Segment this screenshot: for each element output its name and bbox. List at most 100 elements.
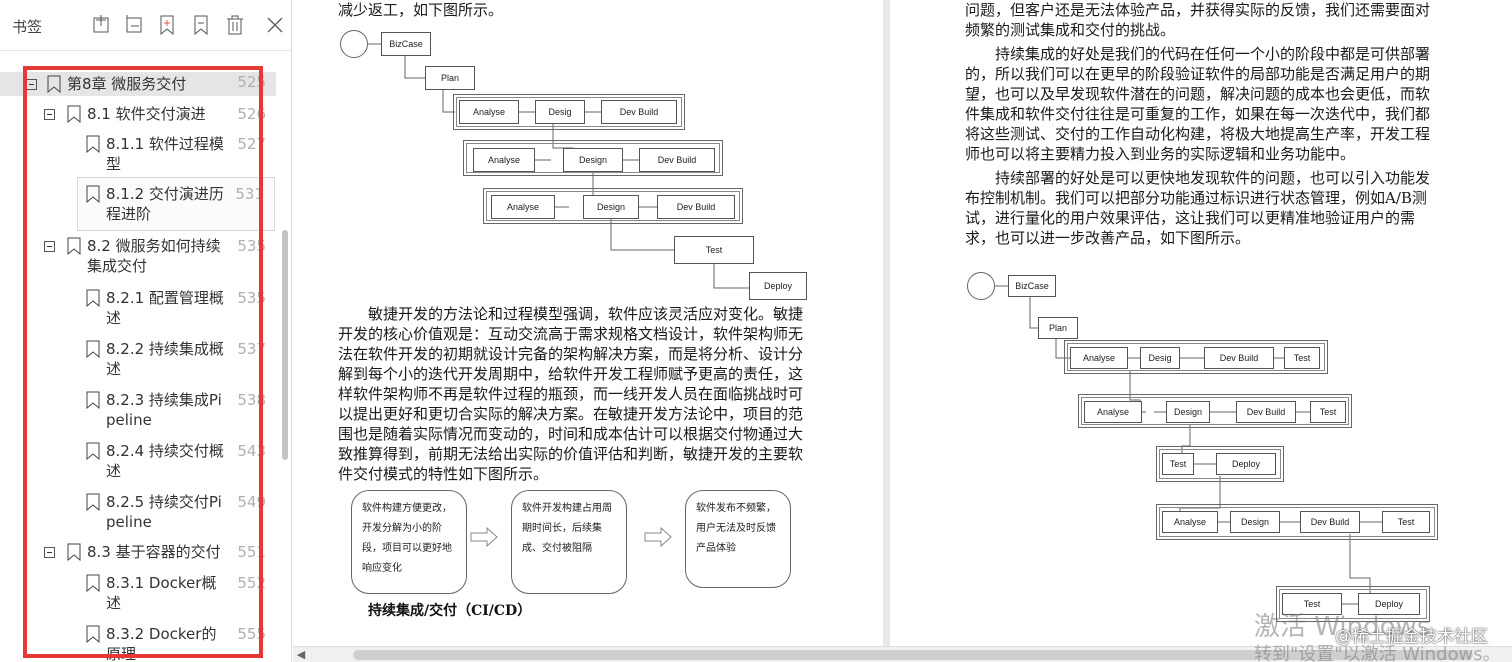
bookmark-item[interactable]: 8.3.2 Docker的 原理 555 [0, 624, 276, 662]
cicd-card: 软件发布不频繁，用户无法及时反馈产品体验 [685, 490, 791, 588]
bookmark-icon [47, 75, 61, 93]
bookmark-page-number: 527 [237, 135, 266, 153]
start-node [340, 30, 368, 58]
bookmark-page-number: 525 [237, 73, 266, 91]
scroll-left-icon[interactable]: ◀ [295, 649, 307, 661]
bookmark-icon [86, 391, 100, 409]
bookmark-page-number: 543 [237, 442, 266, 460]
add-bookmark-icon[interactable] [90, 14, 112, 36]
bookmark-label: 8.3 基于容器的交付 [87, 543, 221, 561]
pdf-page-left: 减少返工，如下图所示。 BizCase Plan Analyse Desig D… [293, 0, 883, 646]
bookmark-page-number: 551 [237, 543, 266, 561]
flow-node: Dev Build [1204, 347, 1274, 369]
bookmark-label: 8.2.2 持续集成概述 [106, 340, 224, 378]
bookmark-scrollbar[interactable] [282, 230, 288, 460]
panel-title: 书签 [12, 18, 43, 36]
bookmark-tree: 第8章 微服务交付 525 8.1 软件交付演进 526 8.1.1 软件过程模… [0, 68, 280, 662]
collapse-toggle-icon[interactable] [44, 241, 55, 252]
bookmark-item[interactable]: 8.1.1 软件过程模型 527 [0, 134, 276, 174]
bookmark-icon [86, 340, 100, 358]
flow-node: Analyse [1070, 347, 1128, 369]
arrow-right-icon [644, 526, 672, 548]
flow-node: Analyse [1162, 511, 1218, 533]
bookmark-page-number: 531 [235, 185, 264, 203]
bookmark-item[interactable]: 8.2.2 持续集成概述 537 [0, 339, 276, 379]
flow-node: Desig [1140, 347, 1180, 369]
flow-node: Design [1230, 511, 1280, 533]
collapse-toggle-icon[interactable] [44, 547, 55, 558]
bookmark-icon [86, 625, 100, 643]
bookmark-label: 8.2.1 配置管理概述 [106, 289, 224, 327]
bookmark-label: 8.3.1 Docker概述 [106, 574, 217, 612]
bookmark-item[interactable]: 8.2.5 持续交付Pi peline 549 [0, 492, 276, 532]
bookmark-item[interactable]: 第8章 微服务交付 525 [0, 72, 276, 96]
flow-node: Plan [1038, 317, 1078, 339]
remove-bookmark-icon[interactable] [190, 14, 212, 36]
bookmark-item[interactable]: 8.2 微服务如何持续 集成交付 535 [0, 236, 276, 276]
bookmark-page-number: 552 [237, 574, 266, 592]
bookmark-page-number: 549 [237, 493, 266, 511]
bookmark-label: 8.2.4 持续交付概述 [106, 442, 224, 480]
add-child-bookmark-icon[interactable] [123, 14, 145, 36]
bookmark-icon [86, 574, 100, 592]
collapse-toggle-icon[interactable] [44, 109, 55, 120]
flow-node: Deploy [749, 272, 807, 300]
flow-node: Dev Build [1300, 511, 1360, 533]
flow-node: BizCase [1008, 275, 1056, 297]
cicd-card: 软件开发构建占用周期时间长，后续集成、交付被阻隔 [511, 490, 627, 594]
bookmark-icon [86, 185, 100, 203]
flow-node: Plan [425, 66, 475, 90]
bookmark-label: 8.2 微服务如何持续 集成交付 [87, 237, 221, 275]
juejin-watermark: @稀土掘金技术社区 [1335, 627, 1488, 647]
bookmark-label: 8.1.2 交付演进历 程进阶 [106, 185, 224, 223]
close-icon[interactable] [264, 14, 286, 36]
bookmark-icon [67, 105, 81, 123]
flow-node: Analyse [1084, 401, 1142, 423]
flow-node: Dev Build [1236, 401, 1296, 423]
flow-node: Test [674, 236, 754, 264]
arrow-right-icon [470, 526, 498, 548]
flow-node: Dev Build [639, 148, 715, 172]
bookmark-panel: 书签 第8章 微服务交付 525 8.1 软件交付演进 526 8.1.1 软件… [0, 0, 292, 662]
flow-node: Desig [535, 100, 585, 124]
bookmark-item[interactable]: 8.2.1 配置管理概述 535 [0, 288, 276, 328]
flow-node: BizCase [381, 32, 431, 56]
flow-node: Deploy [1216, 453, 1276, 475]
bookmark-label: 8.3.2 Docker的 原理 [106, 625, 217, 662]
flow-node: Test [1382, 511, 1430, 533]
bookmark-icon [86, 289, 100, 307]
bookmark-item[interactable]: 8.3 基于容器的交付 551 [0, 542, 276, 562]
toolbar-divider [0, 50, 292, 51]
bookmark-item[interactable]: 8.1.2 交付演进历 程进阶 531 [77, 177, 275, 231]
collapse-toggle-icon[interactable] [26, 79, 37, 90]
flow-node: Design [583, 195, 639, 219]
flow-node: Analyse [473, 148, 535, 172]
pdf-page-right: 问题，但客户还是无法体验产品，并获得实际的反馈，我们还需要面对频繁的测试集成和交… [890, 0, 1512, 646]
bookmark-label: 8.2.5 持续交付Pi peline [106, 493, 222, 531]
bookmark-label: 8.2.3 持续集成Pi peline [106, 391, 222, 429]
flow-node: Dev Build [657, 195, 735, 219]
add-sibling-bookmark-icon[interactable] [156, 14, 178, 36]
flow-node: Test [1284, 347, 1320, 369]
bookmark-label: 8.1 软件交付演进 [87, 105, 206, 123]
flow-node: Test [1162, 453, 1194, 475]
bookmark-page-number: 555 [237, 625, 266, 643]
bookmark-icon [86, 493, 100, 511]
flow-node: Test [1310, 401, 1346, 423]
bookmark-item[interactable]: 8.2.3 持续集成Pi peline 538 [0, 390, 276, 430]
cicd-card: 软件构建方便更改，开发分解为小的阶段，项目可以更好地响应变化 [351, 490, 467, 594]
bookmark-icon [86, 442, 100, 460]
bookmark-page-number: 537 [237, 340, 266, 358]
delete-icon[interactable] [224, 14, 246, 36]
bookmark-icon [86, 135, 100, 153]
bookmark-item[interactable]: 8.2.4 持续交付概述 543 [0, 441, 276, 481]
flow-node: Analyse [459, 100, 519, 124]
bookmark-item[interactable]: 8.3.1 Docker概述 552 [0, 573, 276, 613]
bookmark-label: 8.1.1 软件过程模型 [106, 135, 224, 173]
start-node [967, 272, 995, 300]
bookmark-page-number: 526 [237, 105, 266, 123]
bookmark-page-number: 535 [237, 237, 266, 255]
bookmark-item[interactable]: 8.1 软件交付演进 526 [0, 104, 276, 124]
figure-caption: 持续集成/交付（CI/CD） [368, 603, 532, 619]
flow-node: Analyse [491, 195, 555, 219]
